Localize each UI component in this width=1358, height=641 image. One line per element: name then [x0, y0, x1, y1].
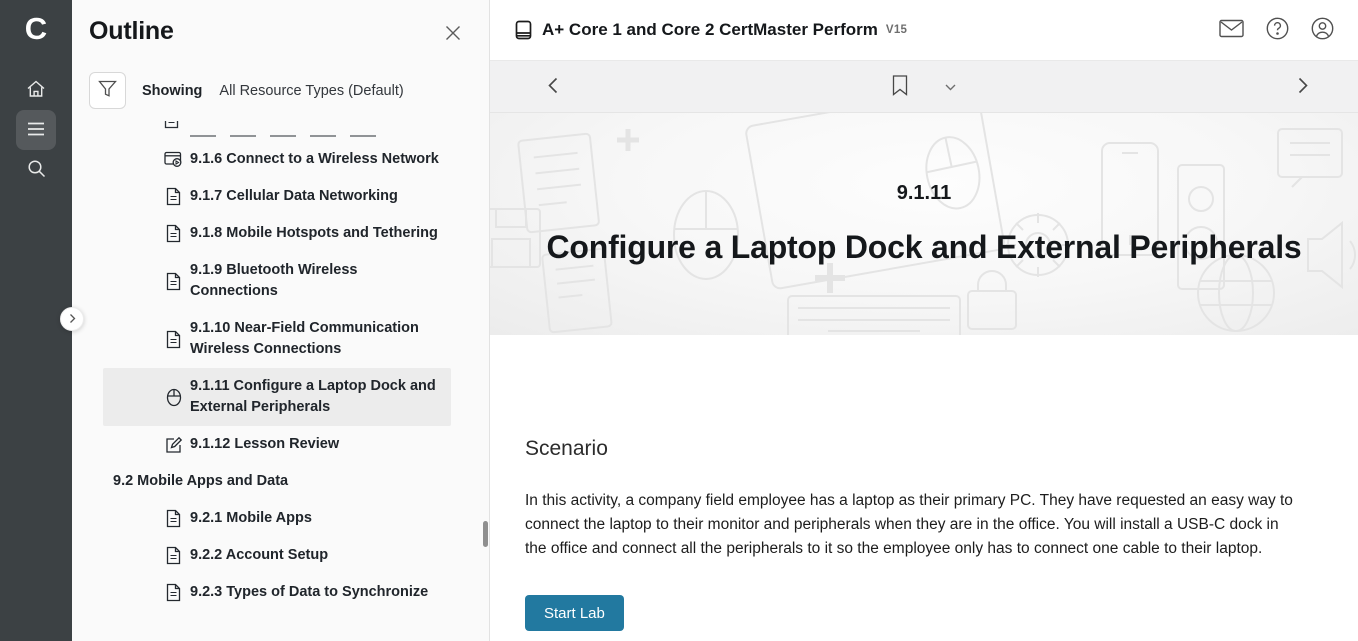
doc-icon	[164, 187, 183, 206]
outline-item[interactable]: 9.1.6 Connect to a Wireless Network	[103, 141, 451, 178]
home-icon	[26, 79, 46, 101]
clipped-list-item[interactable]	[103, 121, 489, 139]
outline-item-label: 9.2 Mobile Apps and Data	[113, 471, 288, 492]
outline-item-label: 9.2.1 Mobile Apps	[190, 508, 312, 529]
home-button[interactable]	[16, 70, 56, 110]
lesson-number: 9.1.11	[897, 182, 952, 205]
outline-panel: Outline Showing All Resource Types (Defa…	[72, 0, 490, 641]
bookmark-group	[886, 68, 963, 105]
outline-item-label: 9.1.8 Mobile Hotspots and Tethering	[190, 223, 438, 244]
outline-item-label: 9.2.3 Types of Data to Synchronize	[190, 582, 428, 603]
bookmark-dropdown-button[interactable]	[939, 73, 963, 100]
collapse-panel-button[interactable]	[60, 307, 84, 331]
doc-icon	[164, 583, 183, 602]
outline-item-label: 9.1.10 Near-Field Communication Wireless…	[190, 318, 419, 360]
close-outline-button[interactable]	[441, 21, 465, 48]
doc-icon	[164, 121, 179, 134]
outline-item[interactable]: 9.1.8 Mobile Hotspots and Tethering	[103, 215, 451, 252]
mail-icon	[1219, 19, 1244, 41]
outline-header: Outline	[72, 0, 489, 48]
filter-button[interactable]	[89, 72, 126, 109]
main-area: A+ Core 1 and Core 2 CertMaster Perform …	[490, 0, 1358, 641]
outline-list: 9.1.6 Connect to a Wireless Network 9.1.7…	[72, 121, 489, 613]
search-button[interactable]	[16, 150, 56, 190]
bookmark-icon	[892, 74, 909, 99]
outline-item-label: 9.1.9 Bluetooth Wireless Connections	[190, 260, 357, 302]
lesson-hero: 9.1.11 Configure a Laptop Dock and Exter…	[490, 113, 1358, 335]
chevron-right-icon	[69, 312, 76, 327]
outline-item[interactable]: 9.1.10 Near-Field Communication Wireless…	[103, 310, 451, 368]
lesson-title: Configure a Laptop Dock and External Per…	[546, 229, 1301, 266]
rail-items	[16, 70, 56, 190]
header-actions	[1201, 13, 1338, 47]
lesson-content: Scenario In this activity, a company fie…	[490, 335, 1358, 641]
filter-funnel-icon	[98, 80, 117, 101]
filter-showing-label: Showing	[142, 83, 202, 99]
next-page-button[interactable]	[1292, 71, 1314, 103]
doc-icon	[164, 509, 183, 528]
doc-icon	[164, 224, 183, 243]
outline-menu-button[interactable]	[16, 110, 56, 150]
start-lab-button[interactable]: Start Lab	[525, 595, 624, 631]
chevron-right-icon	[1298, 77, 1308, 97]
outline-item[interactable]: 9.2.2 Account Setup	[103, 537, 451, 574]
outline-item-label: 9.1.11 Configure a Laptop Dock and Exter…	[190, 376, 436, 418]
chevron-left-icon	[548, 77, 558, 97]
outline-item-label: 9.1.7 Cellular Data Networking	[190, 186, 398, 207]
video-icon	[164, 151, 183, 168]
search-icon	[27, 159, 46, 181]
outline-scrollbar-thumb[interactable]	[483, 521, 488, 547]
outline-section-header[interactable]: 9.2 Mobile Apps and Data	[103, 463, 451, 500]
hero-doodles	[490, 113, 1358, 335]
outline-item[interactable]: 9.1.7 Cellular Data Networking	[103, 178, 451, 215]
doc-icon	[164, 546, 183, 565]
app-window: C Outline Showing All Resource Types (De…	[0, 0, 1358, 641]
filter-value-label: All Resource Types (Default)	[219, 83, 403, 99]
messages-button[interactable]	[1215, 15, 1248, 45]
course-book-icon	[515, 20, 532, 40]
mouse-icon	[164, 388, 183, 407]
outline-item-label: 9.1.6 Connect to a Wireless Network	[190, 149, 439, 170]
comptia-logo: C	[25, 6, 47, 52]
doc-icon	[164, 330, 183, 349]
outline-item[interactable]: 9.1.9 Bluetooth Wireless Connections	[103, 252, 451, 310]
clipped-text-fragment	[190, 135, 380, 137]
outline-item[interactable]: 9.2.1 Mobile Apps	[103, 500, 451, 537]
bookmark-button[interactable]	[886, 68, 915, 105]
course-version-badge: V15	[886, 24, 907, 36]
doc-icon	[164, 272, 183, 291]
scenario-text: In this activity, a company field employ…	[525, 489, 1358, 561]
scenario-heading: Scenario	[525, 437, 1358, 461]
chevron-down-icon	[945, 79, 957, 94]
outline-item[interactable]: 9.1.11 Configure a Laptop Dock and Exter…	[103, 368, 451, 426]
previous-page-button[interactable]	[542, 71, 564, 103]
outline-item[interactable]: 9.2.3 Types of Data to Synchronize	[103, 574, 451, 611]
outline-item[interactable]: 9.1.12 Lesson Review	[103, 426, 451, 463]
account-button[interactable]	[1307, 13, 1338, 47]
help-icon	[1266, 17, 1289, 43]
help-button[interactable]	[1262, 13, 1293, 47]
lesson-navbar	[490, 61, 1358, 113]
edit-icon	[164, 436, 183, 454]
course-title: A+ Core 1 and Core 2 CertMaster Perform	[542, 20, 878, 40]
outline-item[interactable]: 9.2.4 Email Configuration Options	[103, 611, 451, 613]
close-icon	[445, 29, 461, 44]
outline-title: Outline	[89, 17, 174, 46]
course-header: A+ Core 1 and Core 2 CertMaster Perform …	[490, 0, 1358, 61]
menu-icon	[27, 122, 45, 139]
course-title-group: A+ Core 1 and Core 2 CertMaster Perform …	[515, 20, 907, 40]
filter-row: Showing All Resource Types (Default)	[89, 72, 489, 109]
account-icon	[1311, 17, 1334, 43]
outline-item-label: 9.2.2 Account Setup	[190, 545, 328, 566]
outline-item-label: 9.1.12 Lesson Review	[190, 434, 339, 455]
